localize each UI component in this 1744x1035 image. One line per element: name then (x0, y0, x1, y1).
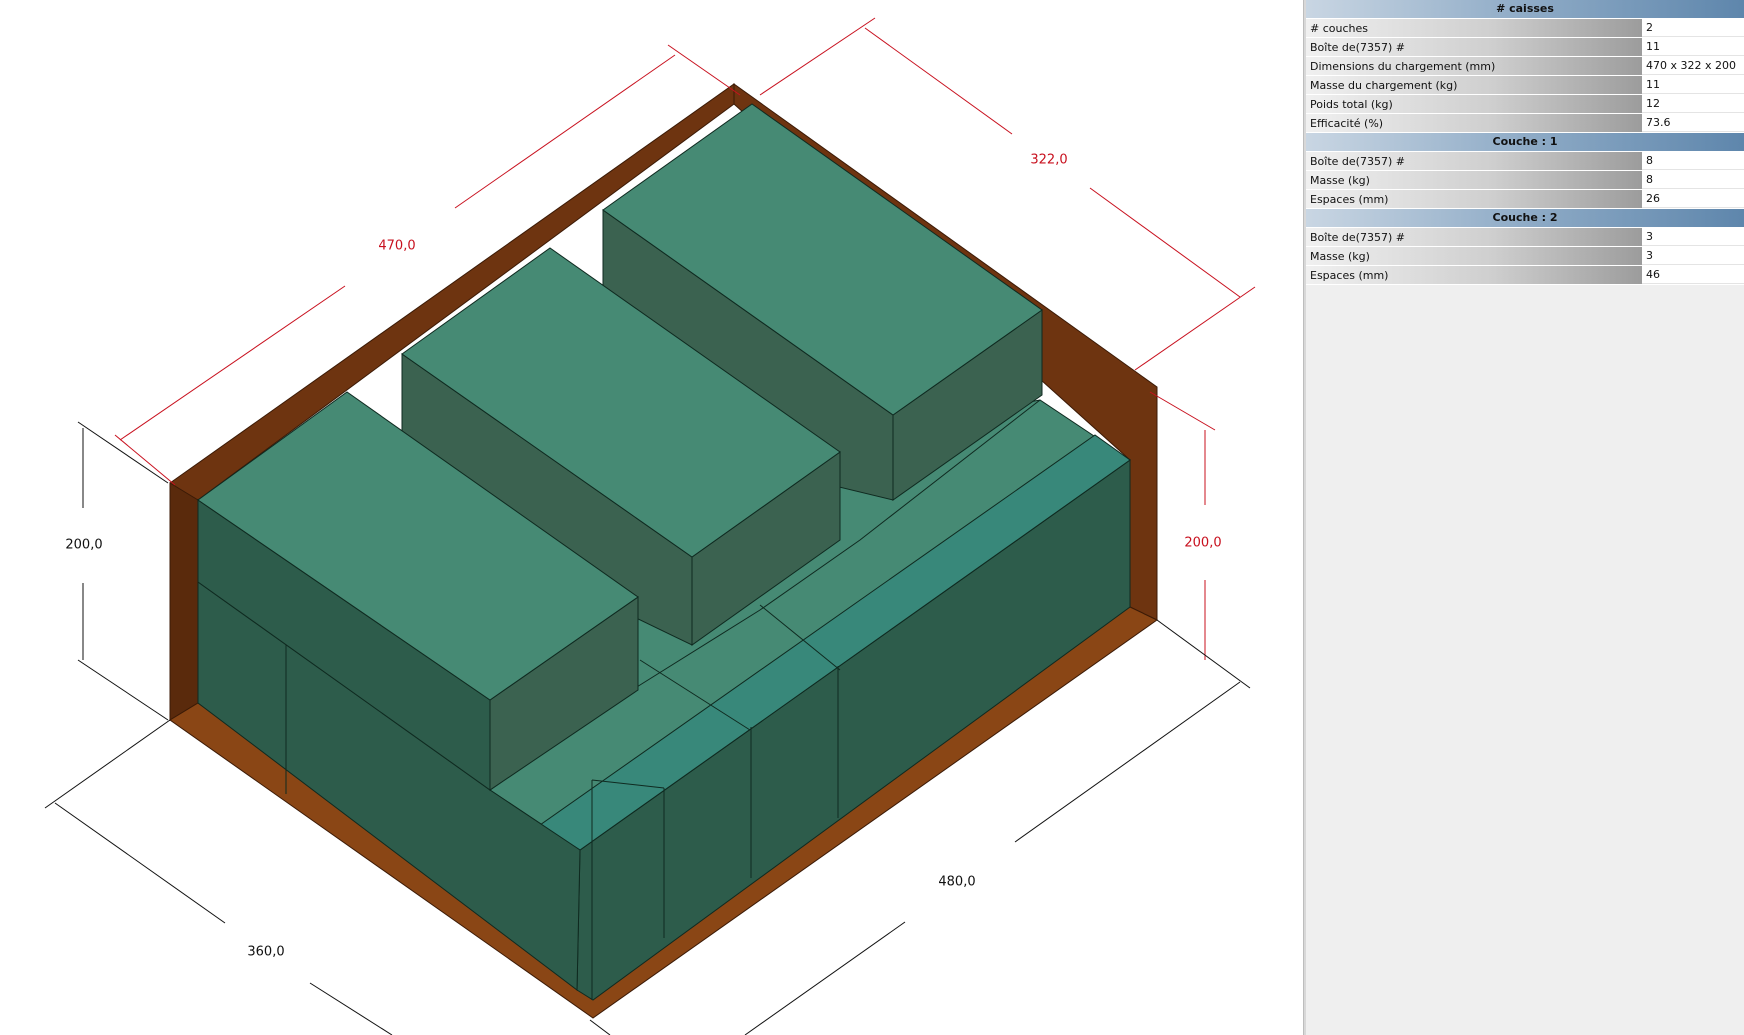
row-label: Masse du chargement (kg) (1306, 76, 1642, 94)
load-height-label: 200,0 (1184, 535, 1222, 551)
row-label: Boîte de(7357) # (1306, 228, 1642, 246)
row-value[interactable]: 73.6 (1642, 114, 1744, 132)
row-label: Boîte de(7357) # (1306, 38, 1642, 56)
layer1-row: Boîte de(7357) # 8 (1306, 152, 1744, 171)
row-label: Efficacité (%) (1306, 114, 1642, 132)
summary-row: Masse du chargement (kg) 11 (1306, 76, 1744, 95)
summary-row: Dimensions du chargement (mm) 470 x 322 … (1306, 57, 1744, 76)
row-label: Masse (kg) (1306, 247, 1642, 265)
row-value[interactable]: 8 (1642, 152, 1744, 170)
container-left-front (169, 482, 199, 721)
summary-row: Poids total (kg) 12 (1306, 95, 1744, 114)
summary-row: # couches 2 (1306, 19, 1744, 38)
pallet-3d-drawing (44, 17, 1256, 1035)
load-width-label: 322,0 (1030, 152, 1068, 168)
row-value[interactable]: 26 (1642, 190, 1744, 208)
row-value[interactable]: 46 (1642, 266, 1744, 284)
row-label: Poids total (kg) (1306, 95, 1642, 113)
row-value[interactable]: 3 (1642, 247, 1744, 265)
load-length-label: 470,0 (378, 238, 416, 254)
layer2-header: Couche : 2 (1306, 209, 1744, 228)
row-label: Espaces (mm) (1306, 266, 1642, 284)
container-width-label: 360,0 (247, 944, 285, 960)
row-value[interactable]: 11 (1642, 76, 1744, 94)
row-value[interactable]: 8 (1642, 171, 1744, 189)
3d-viewport[interactable]: 470,0 322,0 200,0 200,0 360,0 480,0 (0, 0, 1303, 1035)
summary-row: Efficacité (%) 73.6 (1306, 114, 1744, 133)
row-label: Boîte de(7357) # (1306, 152, 1642, 170)
layer1-row: Masse (kg) 8 (1306, 171, 1744, 190)
container-length-label: 480,0 (938, 874, 976, 890)
layer1-row: Espaces (mm) 26 (1306, 190, 1744, 209)
layer2-row: Espaces (mm) 46 (1306, 266, 1744, 285)
summary-row: Boîte de(7357) # 11 (1306, 38, 1744, 57)
properties-panel: # caisses # couches 2 Boîte de(7357) # 1… (1306, 0, 1744, 1035)
row-label: # couches (1306, 19, 1642, 37)
row-label: Espaces (mm) (1306, 190, 1642, 208)
row-label: Dimensions du chargement (mm) (1306, 57, 1642, 75)
layer2-row: Boîte de(7357) # 3 (1306, 228, 1744, 247)
row-value[interactable]: 11 (1642, 38, 1744, 56)
row-value[interactable]: 2 (1642, 19, 1744, 37)
row-value[interactable]: 12 (1642, 95, 1744, 113)
row-label: Masse (kg) (1306, 171, 1642, 189)
row-value[interactable]: 3 (1642, 228, 1744, 246)
layer1-header: Couche : 1 (1306, 133, 1744, 152)
row-value[interactable]: 470 x 322 x 200 (1642, 57, 1744, 75)
container-height-label: 200,0 (65, 537, 103, 553)
layer2-row: Masse (kg) 3 (1306, 247, 1744, 266)
summary-header: # caisses (1306, 0, 1744, 19)
